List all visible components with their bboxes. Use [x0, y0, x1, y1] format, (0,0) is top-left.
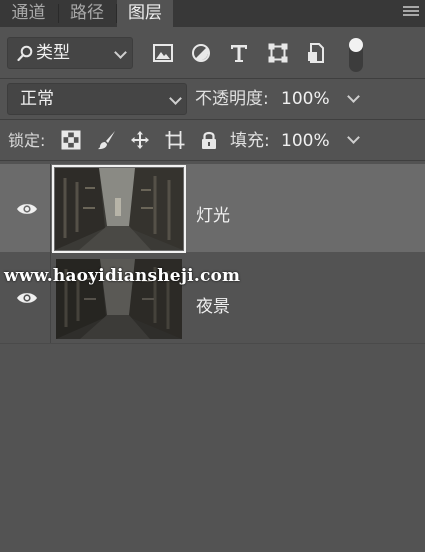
blend-mode-dropdown[interactable]: 正常	[7, 83, 187, 115]
chevron-down-icon	[169, 92, 182, 105]
lock-label: 锁定:	[8, 131, 46, 150]
lock-artboard-icon[interactable]	[165, 130, 185, 150]
opacity-chevron-down-icon[interactable]	[347, 90, 360, 103]
lock-transparent-pixels-icon[interactable]	[61, 130, 81, 150]
visibility-eye-icon[interactable]	[16, 202, 38, 216]
filter-toggle[interactable]	[349, 38, 363, 72]
blend-mode-value: 正常	[20, 89, 54, 109]
lock-position-icon[interactable]	[130, 130, 150, 150]
tab-layers[interactable]: 图层	[117, 0, 173, 27]
adjustment-filter-icon[interactable]	[189, 41, 213, 65]
tab-channels[interactable]: 通道	[0, 0, 57, 27]
tab-paths[interactable]: 路径	[59, 0, 115, 27]
lock-image-pixels-icon[interactable]	[97, 130, 117, 150]
layer-row-lighting[interactable]: 灯光	[0, 164, 425, 253]
search-icon	[17, 45, 33, 62]
fill-value[interactable]: 100%	[281, 131, 330, 151]
divider	[0, 119, 425, 120]
layer-name[interactable]: 灯光	[196, 201, 230, 226]
panel-tab-bar: 通道 路径 图层	[0, 0, 425, 27]
opacity-value[interactable]: 100%	[281, 89, 330, 109]
smart-object-filter-icon[interactable]	[304, 41, 328, 65]
visibility-eye-icon[interactable]	[16, 291, 38, 305]
type-filter-icon[interactable]	[227, 41, 251, 65]
divider	[0, 160, 425, 161]
chevron-down-icon	[114, 46, 127, 59]
filter-kind-dropdown[interactable]: 类型	[7, 37, 133, 69]
lock-all-icon[interactable]	[199, 130, 219, 150]
layer-name[interactable]: 夜景	[196, 292, 230, 317]
filter-kind-label: 类型	[36, 43, 70, 63]
fill-chevron-down-icon[interactable]	[347, 131, 360, 144]
toggle-knob	[349, 38, 363, 52]
layer-thumbnail-selection-frame	[52, 165, 186, 253]
divider	[0, 78, 425, 79]
panel-menu-icon[interactable]	[403, 6, 419, 20]
shape-filter-icon[interactable]	[266, 41, 290, 65]
divider	[0, 343, 425, 344]
image-filter-icon[interactable]	[151, 41, 175, 65]
fill-label: 填充:	[230, 131, 270, 151]
layer-divider	[50, 164, 51, 252]
watermark-text: www.haoyidiansheji.com	[4, 266, 241, 286]
opacity-label: 不透明度:	[195, 89, 269, 109]
